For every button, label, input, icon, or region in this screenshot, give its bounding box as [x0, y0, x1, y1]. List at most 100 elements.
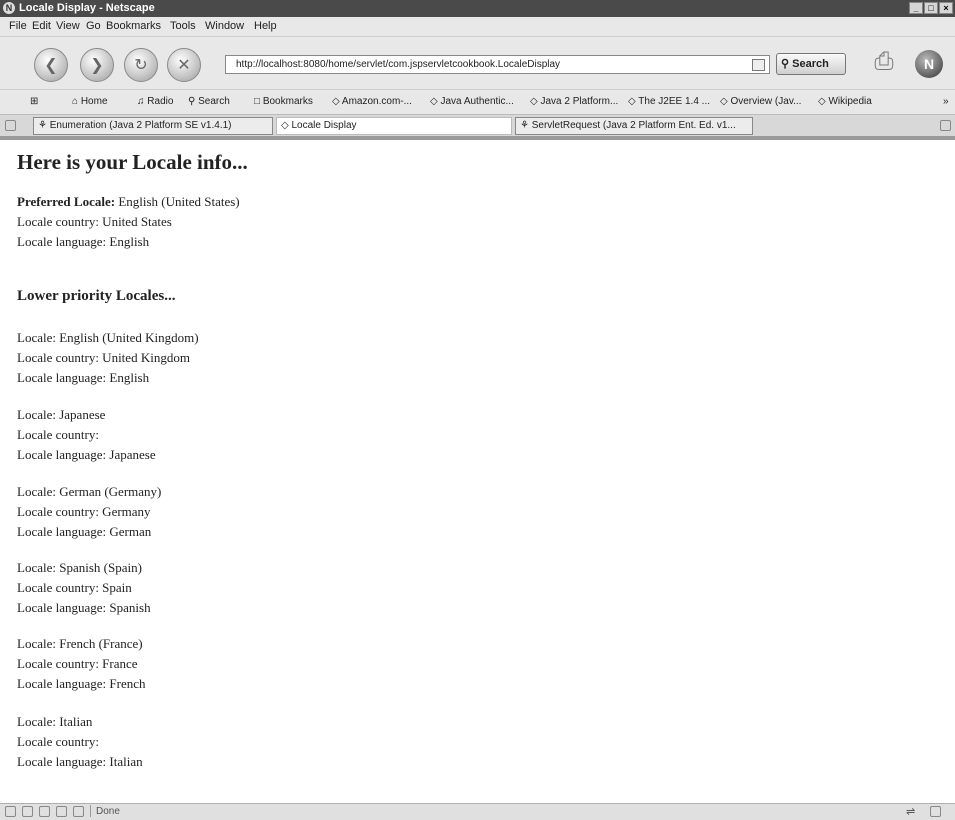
bookmark-java-platform[interactable]: ◇ Java 2 Platform... [530, 96, 618, 107]
bookmark-wikipedia[interactable]: ◇ Wikipedia [818, 96, 872, 107]
netscape-throbber-icon[interactable]: N [915, 50, 943, 78]
bookmark-home[interactable]: ⌂ Home [72, 96, 108, 107]
locale-1-country: Locale country: United Kingdom [17, 350, 190, 365]
maximize-button[interactable]: □ [924, 2, 938, 14]
composer-icon[interactable] [56, 806, 67, 817]
reload-button[interactable]: ↻ [124, 48, 158, 82]
lower-priority-heading: Lower priority Locales... [17, 288, 176, 304]
preferred-country: Locale country: United States [17, 214, 172, 229]
search-small-icon: ⚲ [188, 96, 199, 107]
close-button[interactable]: × [939, 2, 953, 14]
security-lock-icon[interactable] [930, 806, 941, 817]
page-content: Here is your Locale info... Preferred Lo… [0, 140, 955, 803]
preferred-locale-value: English (United States) [115, 194, 240, 209]
radio-icon: ♫ [137, 96, 148, 107]
stop-button[interactable]: ✕ [167, 48, 201, 82]
locale-5-country: Locale country: France [17, 656, 138, 671]
menu-edit[interactable]: Edit [32, 20, 51, 32]
locale-5: Locale: French (France) [17, 636, 143, 651]
page-heading: Here is your Locale info... [17, 150, 248, 174]
locale-5-language: Locale language: French [17, 676, 146, 691]
bookmark-icon: ◇ [720, 96, 731, 107]
locale-2: Locale: Japanese [17, 407, 106, 422]
mail-icon[interactable] [22, 806, 33, 817]
bookmark-grip-icon: ⊞ [30, 96, 39, 107]
go-icon[interactable] [752, 59, 765, 71]
menu-bar: File Edit View Go Bookmarks Tools Window… [0, 17, 955, 36]
search-icon: ⚲ [781, 58, 790, 70]
back-arrow-icon: ❮ [44, 55, 58, 74]
forward-button[interactable]: ❯ [80, 48, 114, 82]
status-bar: Done ⇌ [0, 803, 955, 820]
reload-icon: ↻ [134, 55, 148, 74]
web-icon: ⚘ [38, 120, 50, 131]
locale-4-country: Locale country: Spain [17, 580, 132, 595]
locale-4: Locale: Spanish (Spain) [17, 560, 142, 575]
bookmark-icon: ◇ [818, 96, 829, 107]
locale-6-language: Locale language: Italian [17, 754, 143, 769]
tab-bar: ⚘ Enumeration (Java 2 Platform SE v1.4.1… [0, 114, 955, 137]
bookmark-j2ee[interactable]: ◇ The J2EE 1.4 ... [628, 96, 710, 107]
stop-icon: ✕ [177, 55, 191, 74]
connection-icon: ⇌ [906, 806, 916, 818]
print-icon[interactable]: ⎙ [868, 46, 900, 76]
tab-enumeration[interactable]: ⚘ Enumeration (Java 2 Platform SE v1.4.1… [33, 117, 273, 135]
menu-window[interactable]: Window [205, 20, 244, 32]
close-tab-icon[interactable] [940, 120, 951, 131]
preferred-locale-label: Preferred Locale: [17, 194, 116, 209]
locale-3-country: Locale country: Germany [17, 504, 151, 519]
bookmark-icon: ◇ [628, 96, 639, 107]
bookmark-radio[interactable]: ♫ Radio [137, 96, 173, 107]
status-text: Done [96, 806, 120, 817]
back-button[interactable]: ❮ [34, 48, 68, 82]
tab-locale-display[interactable]: ◇ Locale Display [276, 117, 512, 135]
locale-2-language: Locale language: Japanese [17, 447, 156, 462]
menu-help[interactable]: Help [254, 20, 277, 32]
folder-icon: □ [254, 96, 263, 107]
bookmark-bookmarks[interactable]: □ Bookmarks [254, 96, 313, 107]
new-tab-icon[interactable] [5, 120, 16, 131]
locale-6-country: Locale country: [17, 734, 99, 749]
bookmark-icon: ◇ [430, 96, 441, 107]
url-text: http://localhost:8080/home/servlet/com.j… [236, 59, 561, 70]
locale-3: Locale: German (Germany) [17, 484, 162, 499]
locale-4-language: Locale language: Spanish [17, 600, 151, 615]
page-icon: ◇ [281, 120, 292, 131]
bookmark-icon: ◇ [530, 96, 541, 107]
preferred-language: Locale language: English [17, 234, 150, 249]
bookmark-amazon[interactable]: ◇ Amazon.com-... [332, 96, 412, 107]
bookmark-search[interactable]: ⚲ Search [188, 96, 230, 107]
bookmarks-toolbar: ⊞ ⌂ Home ♫ Radio ⚲ Search □ Bookmarks ◇ … [0, 89, 955, 115]
search-button-label: Search [792, 58, 829, 70]
minimize-button[interactable]: _ [909, 2, 923, 14]
bookmark-java-auth[interactable]: ◇ Java Authentic... [430, 96, 514, 107]
forward-arrow-icon: ❯ [90, 55, 104, 74]
window-controls: _ □ × [909, 2, 953, 14]
locale-1-language: Locale language: English [17, 370, 150, 385]
preferred-locale-line: Preferred Locale: English (United States… [17, 194, 240, 210]
navigator-icon[interactable] [5, 806, 16, 817]
bookmark-icon: ◇ [332, 96, 342, 107]
menu-bookmarks[interactable]: Bookmarks [106, 20, 161, 32]
locale-6: Locale: Italian [17, 714, 93, 729]
search-button[interactable]: ⚲ Search [776, 53, 846, 75]
window-title: Locale Display - Netscape [19, 2, 155, 14]
web-icon: ⚘ [520, 120, 532, 131]
netscape-icon: N [3, 2, 15, 14]
locale-3-language: Locale language: German [17, 524, 152, 539]
locale-2-country: Locale country: [17, 427, 99, 442]
bookmark-overview[interactable]: ◇ Overview (Jav... [720, 96, 801, 107]
window-titlebar: N Locale Display - Netscape _ □ × [0, 0, 955, 17]
home-icon: ⌂ [72, 96, 81, 107]
menu-tools[interactable]: Tools [170, 20, 196, 32]
menu-file[interactable]: File [9, 20, 27, 32]
im-icon[interactable] [39, 806, 50, 817]
locale-1: Locale: English (United Kingdom) [17, 330, 199, 345]
menu-view[interactable]: View [56, 20, 80, 32]
menu-go[interactable]: Go [86, 20, 101, 32]
url-bar[interactable]: http://localhost:8080/home/servlet/com.j… [225, 55, 770, 74]
address-book-icon[interactable] [73, 806, 84, 817]
tab-servletrequest[interactable]: ⚘ ServletRequest (Java 2 Platform Ent. E… [515, 117, 753, 135]
status-divider [90, 805, 91, 817]
bookmarks-overflow-icon[interactable]: » [943, 96, 949, 107]
